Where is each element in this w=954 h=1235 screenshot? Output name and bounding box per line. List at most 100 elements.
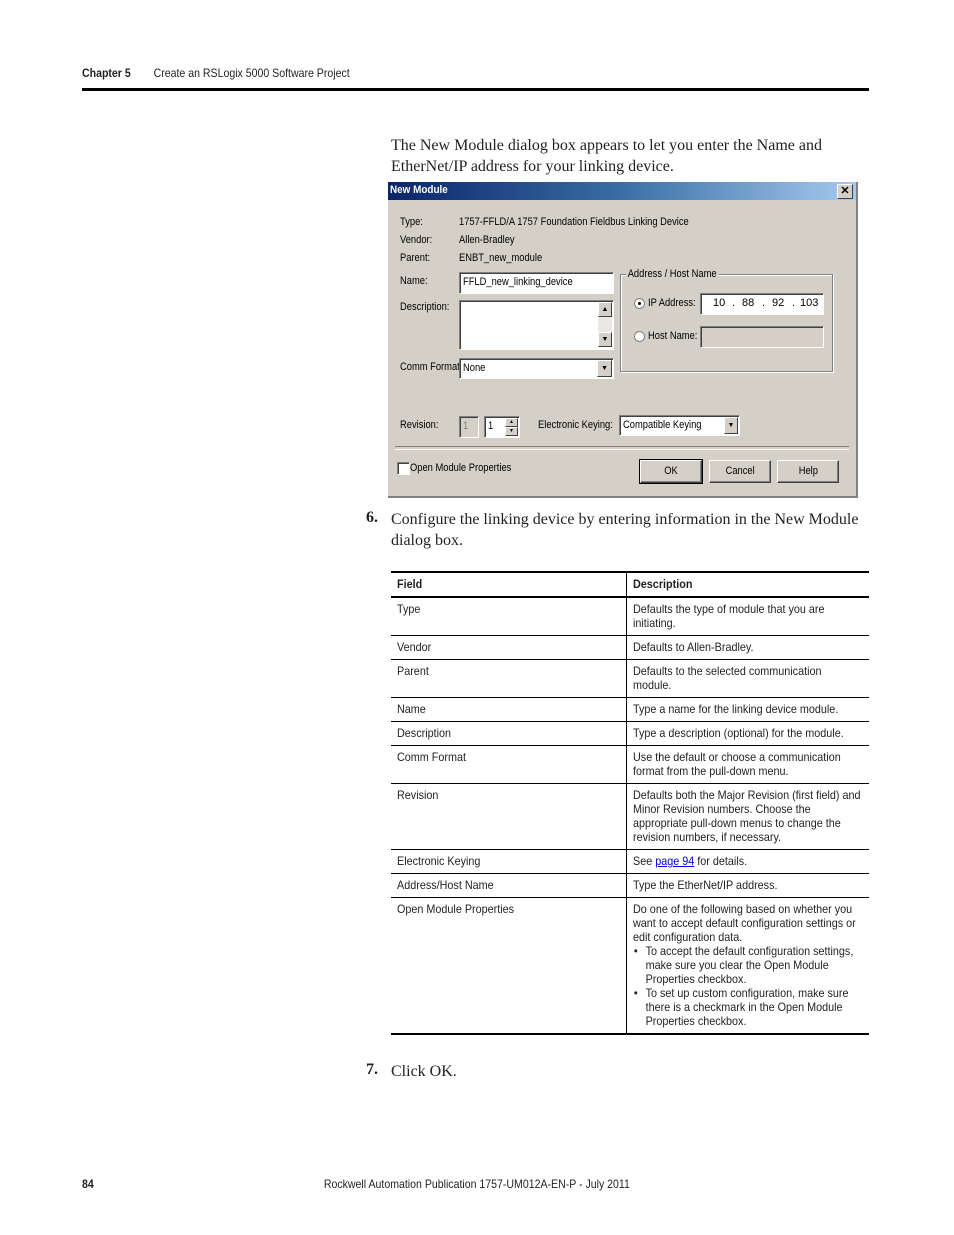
step-7-text: Click OK.	[391, 1063, 457, 1080]
ip-octet-2: 88	[742, 297, 755, 309]
address-group-label: Address / Host Name	[626, 268, 719, 280]
revision-minor-spinner[interactable]: 1 ▲ ▼	[484, 416, 520, 438]
ip-dot: .	[732, 297, 736, 309]
revision-major-value: 1	[463, 420, 469, 432]
comm-format-value: None	[463, 362, 486, 374]
chevron-down-icon[interactable]: ▼	[724, 417, 738, 434]
description-cell: Type a name for the linking device modul…	[626, 697, 869, 722]
name-input-value: FFLD_new_linking_device	[463, 276, 573, 288]
ip-address-input[interactable]: 10 . 88 . 92 . 103	[700, 293, 824, 315]
scroll-up-icon[interactable]: ▲	[598, 302, 612, 317]
host-name-input[interactable]	[700, 326, 824, 348]
ip-address-radio[interactable]	[634, 298, 645, 309]
intro-paragraph: The New Module dialog box appears to let…	[391, 137, 822, 175]
table-row: Type Defaults the type of module that yo…	[391, 597, 869, 636]
page-94-link[interactable]: page 94	[656, 854, 695, 868]
table-row: Parent Defaults to the selected communic…	[391, 659, 869, 698]
description-scrollbar[interactable]	[598, 317, 612, 332]
comm-format-select[interactable]: None ▼	[459, 358, 614, 379]
table-row: Description Type a description (optional…	[391, 721, 869, 746]
new-module-dialog: New Module ✕ Type: 1757-FFLD/A 1757 Foun…	[388, 182, 858, 498]
table-row: Comm Format Use the default or choose a …	[391, 745, 869, 784]
field-cell: Vendor	[391, 635, 628, 660]
help-button-label: Help	[798, 465, 818, 477]
revision-minor-value: 1	[488, 420, 494, 432]
cancel-button[interactable]: Cancel	[709, 460, 771, 483]
type-value: 1757-FFLD/A 1757 Foundation Fieldbus Lin…	[459, 216, 689, 228]
bullet-list: To accept the default configuration sett…	[633, 944, 862, 1028]
parent-label: Parent:	[400, 252, 431, 264]
field-cell: Electronic Keying	[391, 849, 628, 874]
electronic-keying-label: Electronic Keying:	[538, 419, 613, 431]
radio-selected-dot	[638, 302, 641, 305]
host-name-label: Host Name:	[648, 330, 698, 342]
chevron-down-icon[interactable]: ▼	[597, 360, 612, 377]
help-button[interactable]: Help	[777, 460, 839, 483]
cancel-button-label: Cancel	[725, 465, 755, 477]
table-row: Open Module Properties Do one of the fol…	[391, 897, 869, 1035]
description-cell: Type the EtherNet/IP address.	[626, 873, 869, 898]
table-row: Electronic Keying See page 94 for detail…	[391, 849, 869, 874]
vendor-label: Vendor:	[400, 234, 433, 246]
host-name-radio[interactable]	[634, 331, 645, 342]
field-cell: Name	[391, 697, 628, 722]
publication-footer: Rockwell Automation Publication 1757-UM0…	[0, 1177, 954, 1191]
field-cell: Open Module Properties	[391, 897, 628, 1035]
description-cell: Do one of the following based on whether…	[626, 897, 869, 1035]
field-description-table: Field Description Type Defaults the type…	[391, 571, 869, 1035]
table-row: Revision Defaults both the Major Revisio…	[391, 783, 869, 850]
table-row: Address/Host Name Type the EtherNet/IP a…	[391, 873, 869, 898]
address-host-name-group	[620, 274, 833, 372]
type-label: Type:	[400, 216, 423, 228]
description-cell: Type a description (optional) for the mo…	[626, 721, 869, 746]
comm-format-label: Comm Format:	[400, 361, 463, 373]
dialog-title: New Module	[390, 184, 448, 196]
bullet-item: To accept the default configuration sett…	[634, 944, 863, 986]
field-cell: Revision	[391, 783, 628, 850]
description-textarea[interactable]: ▲ ▼	[459, 300, 614, 350]
ok-button[interactable]: OK	[639, 459, 703, 484]
column-header-description: Description	[626, 571, 869, 598]
ip-octet-3: 92	[772, 297, 785, 309]
ok-button-label: OK	[664, 465, 678, 477]
ip-octet-1: 10	[713, 297, 726, 309]
table-row: Vendor Defaults to Allen-Bradley.	[391, 635, 869, 660]
close-icon[interactable]: ✕	[837, 184, 853, 199]
field-cell: Parent	[391, 659, 628, 698]
table-row: Name Type a name for the linking device …	[391, 697, 869, 722]
running-header: Chapter 5 Create an RSLogix 5000 Software…	[82, 66, 350, 80]
description-cell: See page 94 for details.	[626, 849, 869, 874]
name-input[interactable]: FFLD_new_linking_device	[459, 272, 614, 294]
bullet-item: To set up custom configuration, make sur…	[634, 986, 863, 1028]
step-7-number: 7.	[366, 1061, 378, 1078]
description-cell: Defaults the type of module that you are…	[626, 597, 869, 636]
dialog-titlebar: New Module ✕	[388, 182, 856, 200]
ip-address-label: IP Address:	[648, 297, 696, 309]
ip-dot: .	[762, 297, 766, 309]
description-cell: Defaults to Allen-Bradley.	[626, 635, 869, 660]
step-6-text: Configure the linking device by entering…	[391, 511, 859, 549]
field-cell: Type	[391, 597, 628, 636]
spin-up-icon[interactable]: ▲	[505, 418, 518, 427]
parent-value: ENBT_new_module	[459, 252, 543, 264]
header-rule	[82, 88, 869, 91]
spin-down-icon[interactable]: ▼	[505, 427, 518, 436]
open-module-properties-checkbox[interactable]	[397, 462, 410, 475]
table-header-row: Field Description	[391, 571, 869, 598]
chapter-label: Chapter 5	[82, 66, 131, 80]
description-cell: Defaults both the Major Revision (first …	[626, 783, 869, 850]
dialog-separator	[395, 446, 849, 450]
revision-major-input: 1	[459, 416, 479, 438]
field-cell: Description	[391, 721, 628, 746]
name-label: Name:	[400, 275, 428, 287]
description-cell: Defaults to the selected communication m…	[626, 659, 869, 698]
column-header-field: Field	[391, 571, 628, 598]
revision-label: Revision:	[400, 419, 439, 431]
field-cell: Comm Format	[391, 745, 628, 784]
electronic-keying-value: Compatible Keying	[623, 419, 702, 431]
open-module-properties-label: Open Module Properties	[410, 462, 512, 474]
electronic-keying-select[interactable]: Compatible Keying ▼	[619, 415, 740, 436]
description-label: Description:	[400, 301, 450, 313]
ip-dot: .	[792, 297, 796, 309]
scroll-down-icon[interactable]: ▼	[598, 332, 612, 347]
